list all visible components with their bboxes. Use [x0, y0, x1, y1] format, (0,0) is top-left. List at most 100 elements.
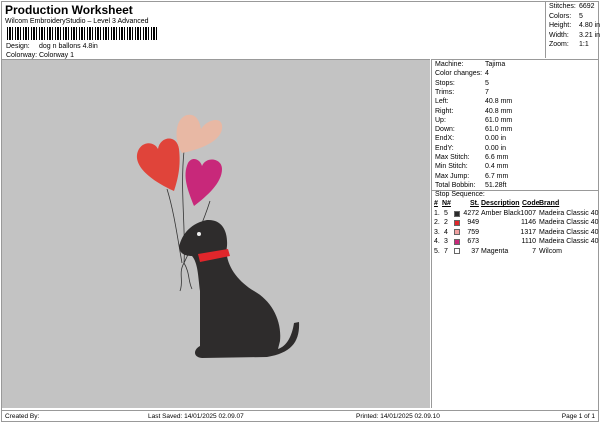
detail-value: 7: [485, 88, 489, 96]
brand: Madeira Classic 40: [539, 228, 599, 236]
stat-label: Colors:: [549, 12, 572, 20]
code: 1110: [521, 238, 536, 246]
detail-value: 0.00 in: [485, 144, 507, 152]
stat-label: Height:: [549, 22, 572, 29]
software-subtitle: Wilcom EmbroideryStudio – Level 3 Advanc…: [5, 18, 149, 25]
detail-value: 0.00 in: [485, 135, 507, 143]
detail-row: Stops: 5: [435, 79, 489, 87]
column-header: Description: [481, 200, 520, 207]
row-number: 3.: [434, 228, 440, 236]
detail-value: 0.4 mm: [485, 163, 509, 171]
detail-row: Down: 61.0 mm: [435, 126, 512, 134]
needle-number: 4: [444, 228, 448, 236]
stat-label: Zoom:: [549, 41, 569, 48]
stitch-count: 949: [467, 219, 479, 227]
detail-row: Right: 40.8 mm: [435, 107, 512, 115]
detail-row: Max Jump: 6.7 mm: [435, 172, 508, 180]
detail-label: Trims:: [435, 88, 455, 96]
colorway-label: Colorway:: [6, 52, 38, 59]
printed-date: Printed: 14/01/2025 02.09.10: [356, 413, 440, 420]
detail-label: EndX:: [435, 135, 455, 143]
color-swatch: [454, 210, 460, 217]
detail-value: 5: [485, 79, 489, 87]
stat-value: 3.21 in: [579, 31, 600, 39]
heart-balloon-pink: [185, 159, 222, 206]
detail-label: Machine:: [435, 61, 464, 68]
stat-label: Width:: [549, 31, 569, 39]
detail-row: Min Stitch: 0.4 mm: [435, 163, 508, 171]
stat-row: Colors: 5: [549, 12, 583, 20]
row-number: 2.: [434, 219, 440, 227]
stat-row: Width: 3.21 in: [549, 31, 600, 39]
created-by: Created By:: [5, 413, 40, 420]
code: 1317: [520, 228, 536, 236]
detail-label: Down:: [435, 126, 455, 134]
column-header: Brand: [539, 200, 560, 207]
stat-row: Stitches: 6692: [549, 3, 595, 10]
needle-number: 7: [444, 247, 448, 255]
stat-value: 1:1: [579, 41, 589, 48]
code: 7: [532, 247, 536, 255]
page-title: Production Worksheet: [5, 3, 133, 17]
detail-label: Min Stitch:: [435, 163, 468, 171]
column-header: St.: [470, 200, 479, 207]
stitch-count: 673: [467, 238, 479, 246]
detail-row: Up: 61.0 mm: [435, 117, 512, 124]
detail-label: EndY:: [435, 144, 454, 152]
brand: Wilcom: [539, 247, 562, 255]
design-value: dog n ballons 4.8in: [39, 43, 98, 50]
stat-row: Zoom: 1:1: [549, 41, 589, 48]
detail-row: Left: 40.8 mm: [435, 98, 512, 106]
detail-value: Tajima: [485, 61, 506, 68]
details-panel: Machine: Tajima Color changes: 4 Stops: 5 Trim…: [431, 59, 599, 408]
footer: Created By: Last Saved: 14/01/2025 02.09…: [2, 410, 598, 421]
detail-label: Total Bobbin:: [435, 181, 476, 189]
stat-value: 5: [579, 12, 583, 20]
stitch-count: 759: [467, 228, 479, 236]
stat-value: 4.80 in: [579, 22, 600, 29]
detail-value: 61.0 mm: [485, 126, 513, 134]
code: 1146: [520, 219, 536, 227]
colorway-field: Colorway: Colorway 1: [6, 52, 74, 59]
detail-row: Machine: Tajima: [435, 61, 505, 68]
stat-row: Height: 4.80 in: [549, 22, 600, 29]
detail-row: Max Stitch: 6.6 mm: [435, 154, 508, 161]
row-number: 4.: [434, 238, 440, 246]
header: Production Worksheet Wilcom EmbroiderySt…: [2, 2, 430, 59]
barcode: [7, 27, 157, 40]
detail-row: Trims: 7: [435, 88, 489, 96]
design-field: Design: dog n ballons 4.8in: [6, 43, 98, 50]
detail-label: Right:: [435, 107, 454, 115]
brand: Madeira Classic 40: [539, 238, 599, 246]
stitch-count: 4272: [463, 210, 479, 217]
needle-number: 3: [444, 238, 448, 246]
needle-number: 2: [444, 219, 448, 227]
dog-eye: [197, 232, 201, 236]
embroidery-design: [136, 114, 300, 358]
design-preview: [2, 59, 430, 408]
detail-value: 40.8 mm: [485, 98, 513, 106]
detail-label: Stops:: [435, 79, 455, 87]
heart-balloon-red: [136, 138, 180, 191]
detail-row: Total Bobbin: 51.28ft: [435, 181, 506, 189]
detail-row: Color changes: 4: [435, 70, 489, 77]
dog-silhouette: [179, 219, 300, 358]
design-label: Design:: [6, 43, 30, 50]
color-swatch: [454, 219, 460, 226]
row-number: 5.: [434, 247, 440, 255]
detail-value: 4: [485, 70, 489, 78]
detail-label: Left:: [435, 98, 449, 106]
column-header: Code: [522, 200, 540, 207]
column-header: #: [434, 200, 438, 207]
last-saved: Last Saved: 14/01/2025 02.09.07: [148, 413, 244, 420]
detail-value: 40.8 mm: [485, 107, 513, 115]
colorway-value: Colorway 1: [39, 52, 75, 59]
detail-value: 6.7 mm: [485, 172, 509, 180]
detail-row: EndY: 0.00 in: [435, 144, 506, 152]
detail-value: 61.0 mm: [485, 116, 513, 124]
detail-label: Max Jump:: [435, 172, 470, 180]
description: Amber Black: [481, 210, 521, 217]
code: 1007: [520, 210, 536, 217]
detail-value: 51.28ft: [485, 181, 507, 189]
description: Magenta: [481, 247, 509, 255]
